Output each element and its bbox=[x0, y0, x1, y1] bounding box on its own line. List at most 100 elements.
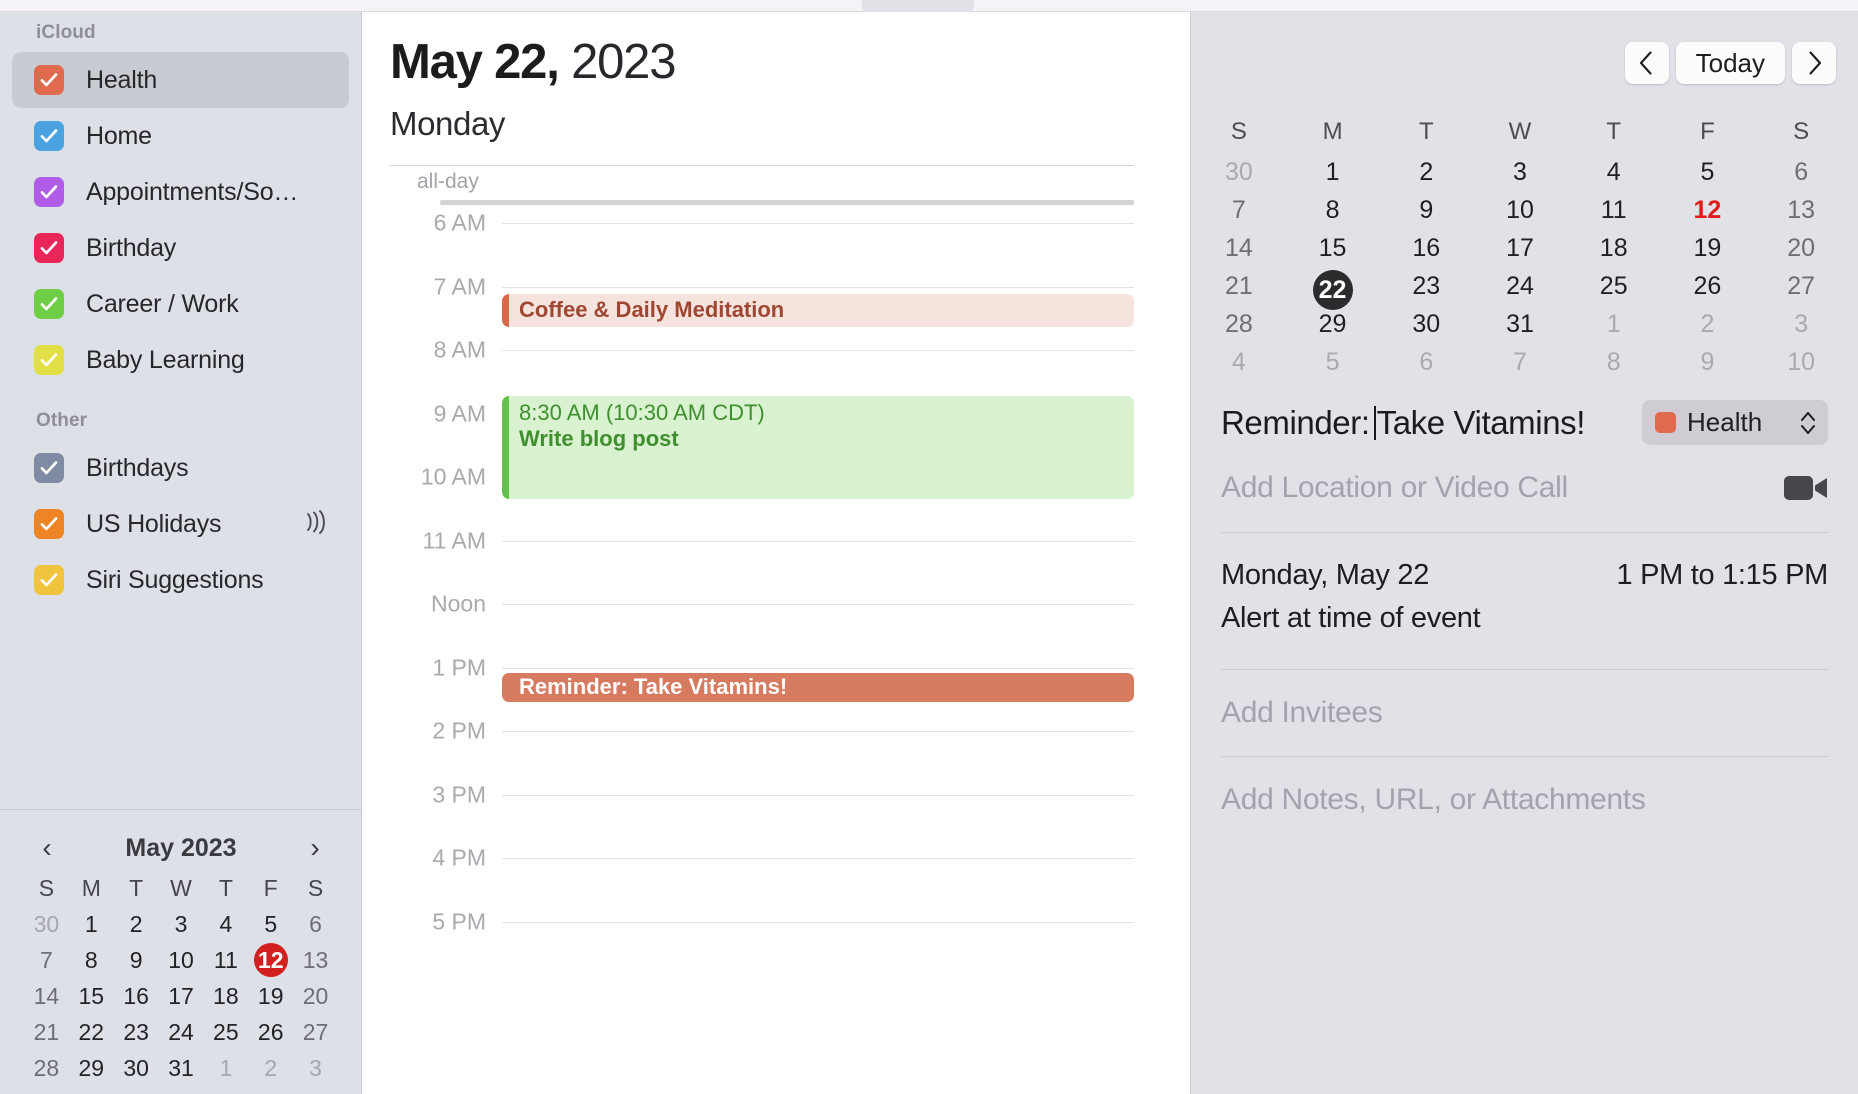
month-calendar-day[interactable]: 30 bbox=[1379, 306, 1473, 342]
sidebar-item-health[interactable]: Health bbox=[12, 52, 349, 108]
month-calendar-day[interactable]: 3 bbox=[1754, 306, 1848, 342]
mini-calendar-day[interactable]: 7 bbox=[24, 942, 69, 978]
mini-calendar-day[interactable]: 1 bbox=[69, 906, 114, 942]
month-calendar-day[interactable]: 28 bbox=[1192, 306, 1286, 342]
month-calendar-day[interactable]: 19 bbox=[1661, 230, 1755, 266]
month-calendar-day[interactable]: 29 bbox=[1286, 306, 1380, 342]
month-calendar-day[interactable]: 7 bbox=[1473, 344, 1567, 380]
month-calendar-day[interactable]: 14 bbox=[1192, 230, 1286, 266]
mini-calendar-day[interactable]: 14 bbox=[24, 978, 69, 1014]
checkbox-icon[interactable] bbox=[34, 233, 64, 263]
mini-calendar-day[interactable]: 26 bbox=[248, 1014, 293, 1050]
month-calendar-day[interactable]: 25 bbox=[1567, 268, 1661, 304]
month-calendar-day[interactable]: 2 bbox=[1661, 306, 1755, 342]
today-button[interactable]: Today bbox=[1675, 42, 1785, 84]
month-calendar-day[interactable]: 4 bbox=[1192, 344, 1286, 380]
month-calendar-day[interactable]: 31 bbox=[1473, 306, 1567, 342]
mini-calendar-day[interactable]: 25 bbox=[203, 1014, 248, 1050]
event-datetime-row[interactable]: Monday, May 22 1 PM to 1:15 PM bbox=[1221, 559, 1828, 592]
month-calendar-day[interactable]: 10 bbox=[1754, 344, 1848, 380]
notes-row[interactable]: Add Notes, URL, or Attachments bbox=[1221, 757, 1828, 843]
next-day-button[interactable] bbox=[1792, 42, 1836, 84]
month-calendar-day[interactable]: 13 bbox=[1754, 192, 1848, 228]
month-calendar-day[interactable]: 18 bbox=[1567, 230, 1661, 266]
mini-calendar-day[interactable]: 29 bbox=[69, 1050, 114, 1086]
checkbox-icon[interactable] bbox=[34, 65, 64, 95]
month-calendar-day[interactable]: 5 bbox=[1286, 344, 1380, 380]
month-calendar-day[interactable]: 20 bbox=[1754, 230, 1848, 266]
mini-calendar-day[interactable]: 24 bbox=[159, 1014, 204, 1050]
sidebar-item-career-work[interactable]: Career / Work bbox=[12, 276, 349, 332]
checkbox-icon[interactable] bbox=[34, 177, 64, 207]
month-calendar-day[interactable]: 2 bbox=[1379, 154, 1473, 190]
month-calendar-day[interactable]: 12 bbox=[1661, 192, 1755, 228]
mini-calendar-day[interactable]: 16 bbox=[114, 978, 159, 1014]
checkbox-icon[interactable] bbox=[34, 509, 64, 539]
mini-calendar-day[interactable]: 3 bbox=[293, 1050, 338, 1086]
mini-calendar-day[interactable]: 18 bbox=[203, 978, 248, 1014]
mini-calendar-day[interactable]: 9 bbox=[114, 942, 159, 978]
sidebar-item-siri-suggestions[interactable]: Siri Suggestions bbox=[12, 552, 349, 608]
month-calendar-day[interactable]: 26 bbox=[1661, 268, 1755, 304]
toolbar-pill[interactable] bbox=[862, 0, 974, 12]
month-calendar-day[interactable]: 17 bbox=[1473, 230, 1567, 266]
sidebar-item-birthday[interactable]: Birthday bbox=[12, 220, 349, 276]
mini-calendar-day[interactable]: 11 bbox=[203, 942, 248, 978]
mini-calendar-day[interactable]: 10 bbox=[159, 942, 204, 978]
mini-calendar-day[interactable]: 21 bbox=[24, 1014, 69, 1050]
mini-calendar-day[interactable]: 20 bbox=[293, 978, 338, 1014]
chevron-left-icon[interactable]: ‹ bbox=[32, 834, 62, 862]
previous-day-button[interactable] bbox=[1624, 42, 1669, 84]
mini-calendar-day[interactable]: 23 bbox=[114, 1014, 159, 1050]
invitees-row[interactable]: Add Invitees bbox=[1221, 670, 1828, 756]
calendar-event[interactable]: 8:30 AM (10:30 AM CDT) Write blog post bbox=[502, 395, 1134, 499]
sidebar-item-us-holidays[interactable]: US Holidays bbox=[12, 496, 349, 552]
mini-calendar-day[interactable]: 30 bbox=[114, 1050, 159, 1086]
chevron-right-icon[interactable]: › bbox=[300, 834, 330, 862]
month-calendar-day[interactable]: 8 bbox=[1286, 192, 1380, 228]
mini-calendar-day[interactable]: 22 bbox=[69, 1014, 114, 1050]
sidebar-item-appointments-so[interactable]: Appointments/So… bbox=[12, 164, 349, 220]
notes-input[interactable]: Add Notes, URL, or Attachments bbox=[1221, 783, 1828, 817]
mini-calendar-day[interactable]: 13 bbox=[293, 942, 338, 978]
checkbox-icon[interactable] bbox=[34, 453, 64, 483]
day-timeline-grid[interactable]: 6 AM 7 AM 8 AM 9 AM 10 AM 11 AM Noon 1 PM 2 PM 3 … bbox=[390, 210, 1134, 1083]
checkbox-icon[interactable] bbox=[34, 345, 64, 375]
sidebar-item-birthdays[interactable]: Birthdays bbox=[12, 440, 349, 496]
sidebar-item-baby-learning[interactable]: Baby Learning bbox=[12, 332, 349, 388]
month-calendar-day[interactable]: 24 bbox=[1473, 268, 1567, 304]
month-calendar-day[interactable]: 6 bbox=[1379, 344, 1473, 380]
mini-calendar-day[interactable]: 6 bbox=[293, 906, 338, 942]
mini-calendar-day[interactable]: 19 bbox=[248, 978, 293, 1014]
month-calendar-day[interactable]: 16 bbox=[1379, 230, 1473, 266]
month-calendar-day[interactable]: 21 bbox=[1192, 268, 1286, 304]
mini-calendar-day[interactable]: 2 bbox=[248, 1050, 293, 1086]
mini-calendar-day[interactable]: 30 bbox=[24, 906, 69, 942]
month-calendar-day[interactable]: 9 bbox=[1661, 344, 1755, 380]
mini-calendar-day[interactable]: 17 bbox=[159, 978, 204, 1014]
month-calendar-day[interactable]: 7 bbox=[1192, 192, 1286, 228]
mini-calendar-day[interactable]: 1 bbox=[203, 1050, 248, 1086]
month-calendar-day[interactable]: 9 bbox=[1379, 192, 1473, 228]
location-input[interactable]: Add Location or Video Call bbox=[1221, 471, 1568, 505]
month-calendar-day[interactable]: 23 bbox=[1379, 268, 1473, 304]
mini-calendar-day[interactable]: 8 bbox=[69, 942, 114, 978]
month-calendar-day[interactable]: 22 bbox=[1286, 268, 1380, 310]
event-time-range[interactable]: 1 PM to 1:15 PM bbox=[1617, 559, 1829, 592]
mini-calendar-day[interactable]: 15 bbox=[69, 978, 114, 1014]
month-calendar-day[interactable]: 15 bbox=[1286, 230, 1380, 266]
mini-calendar-day[interactable]: 27 bbox=[293, 1014, 338, 1050]
all-day-row[interactable]: all-day bbox=[390, 165, 1134, 205]
checkbox-icon[interactable] bbox=[34, 121, 64, 151]
calendar-event[interactable]: Reminder: Take Vitamins! bbox=[502, 672, 1134, 703]
month-calendar-day[interactable]: 4 bbox=[1567, 154, 1661, 190]
mini-calendar-day[interactable]: 31 bbox=[159, 1050, 204, 1086]
checkbox-icon[interactable] bbox=[34, 289, 64, 319]
video-camera-icon[interactable] bbox=[1784, 473, 1828, 503]
calendar-select[interactable]: Health bbox=[1642, 400, 1828, 445]
invitees-input[interactable]: Add Invitees bbox=[1221, 696, 1828, 730]
mini-calendar-day[interactable]: 12 bbox=[248, 942, 293, 978]
mini-calendar-day[interactable]: 3 bbox=[159, 906, 204, 942]
checkbox-icon[interactable] bbox=[34, 565, 64, 595]
month-calendar-day[interactable]: 6 bbox=[1754, 154, 1848, 190]
